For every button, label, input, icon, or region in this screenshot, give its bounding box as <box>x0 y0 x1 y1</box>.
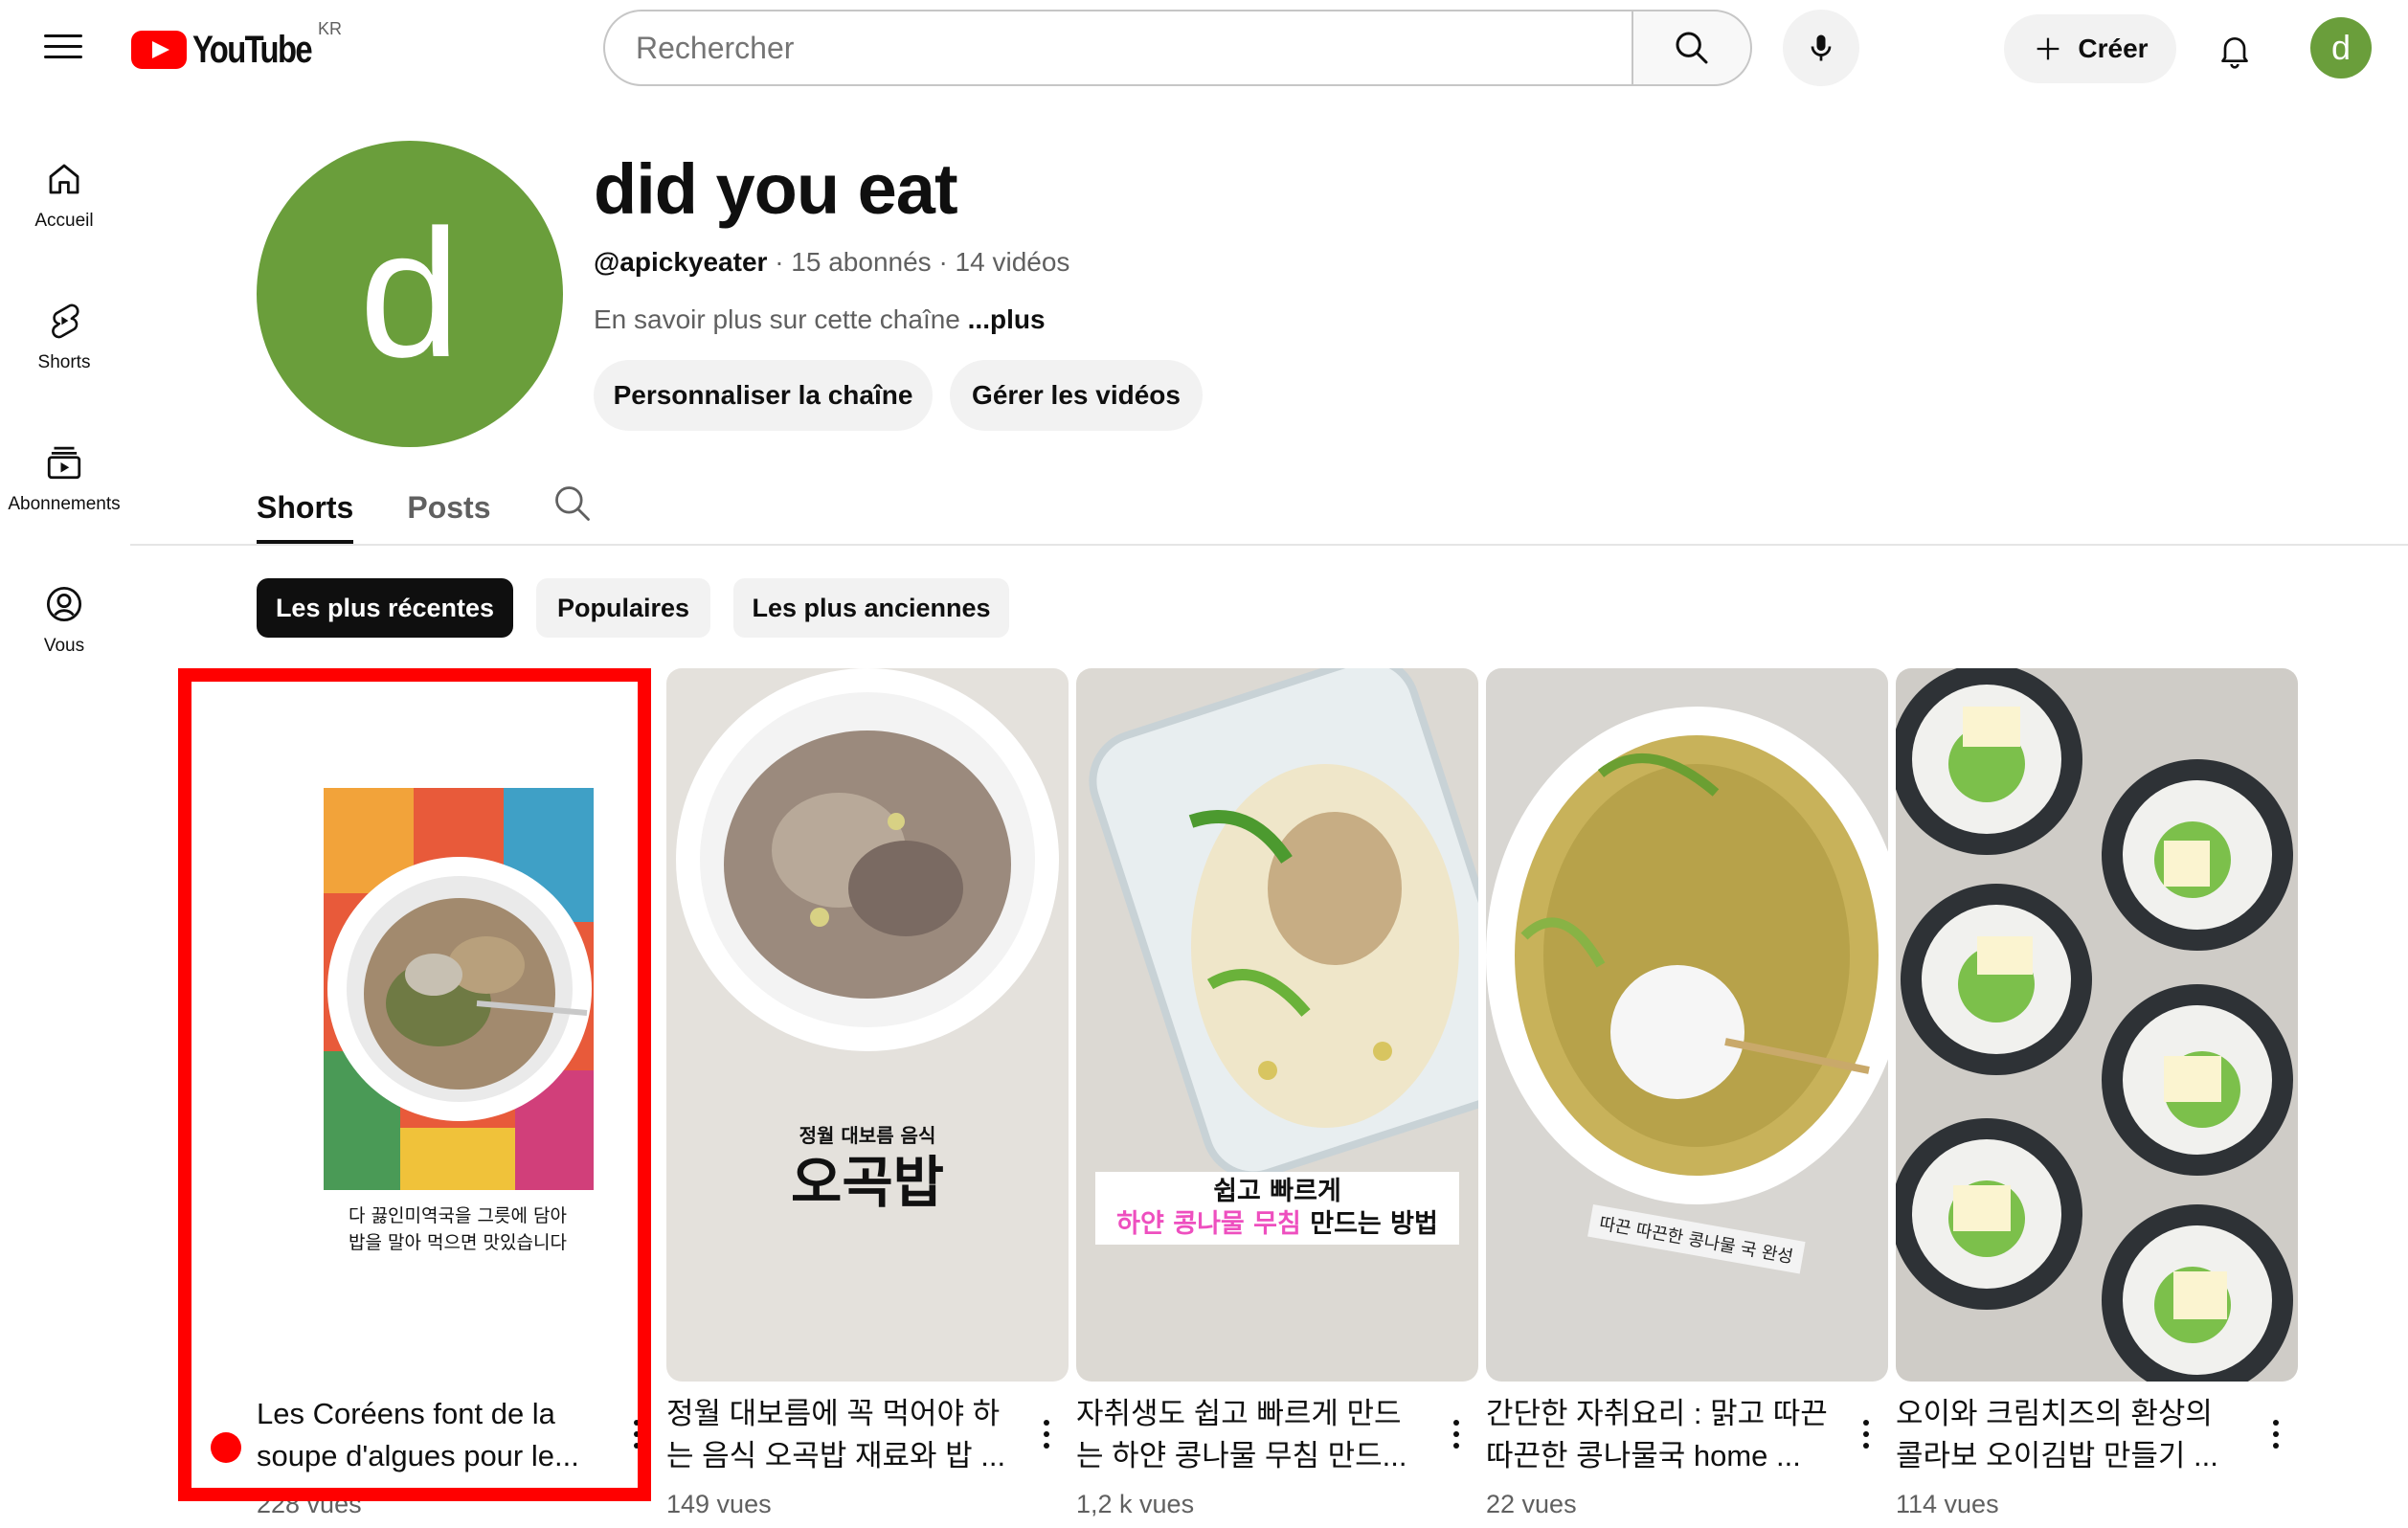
sidebar-item-label: Vous <box>43 636 85 656</box>
short-title[interactable]: 오이와 크림치즈의 환상의 콜라보 오이김밥 만들기 ... <box>1896 1393 2240 1477</box>
tab-posts[interactable]: Posts <box>407 471 490 544</box>
customize-channel-button[interactable]: Personnaliser la chaîne <box>594 360 933 431</box>
more-options-icon[interactable] <box>1032 1413 1061 1455</box>
channel-handle: @apickyeater <box>594 247 768 277</box>
short-thumbnail[interactable]: 쉽고 빠르게 하얀 콩나물 무침 만드는 방법 <box>1076 668 1478 1382</box>
search-bar <box>603 10 1752 86</box>
channel-search-icon[interactable] <box>551 483 594 525</box>
manage-videos-button[interactable]: Gérer les vidéos <box>950 360 1203 431</box>
tab-shorts[interactable]: Shorts <box>257 471 354 544</box>
short-caption-line: 다 끓인미역국을 그릇에 담아 <box>349 1205 567 1226</box>
plus-icon <box>2037 37 2059 60</box>
shorts-icon <box>52 303 79 339</box>
short-thumbnail[interactable]: 다 끓인미역국을 그릇에 담아 밥을 말아 먹으면 맛있습니다 <box>257 668 659 1382</box>
short-views: 1,2 k vues <box>1076 1490 1195 1518</box>
tabs-divider <box>130 544 2408 546</box>
short-title[interactable]: 간단한 자취요리 : 맑고 따끈따끈한 콩나물국 home ... <box>1486 1393 1831 1477</box>
chip-popular[interactable]: Populaires <box>536 578 710 638</box>
short-caption: 쉽고 빠르게 하얀 콩나물 무침 만드는 방법 <box>1095 1172 1459 1245</box>
channel-meta: @apickyeater · 15 abonnés · 14 vidéos <box>594 247 1069 278</box>
short-thumbnail-image <box>324 788 594 1190</box>
short-caption: 다 끓인미역국을 그릇에 담아 밥을 말아 먹으면 맛있습니다 <box>257 1202 659 1256</box>
short-views: 228 vues <box>257 1490 362 1518</box>
more-options-icon[interactable] <box>1852 1413 1880 1455</box>
search-button[interactable] <box>1632 10 1752 86</box>
home-icon <box>49 164 79 194</box>
voice-search-button[interactable] <box>1783 10 1859 86</box>
youtube-logo[interactable]: YouTube <box>131 27 337 73</box>
sidebar-item-shorts[interactable]: Shorts <box>0 266 128 408</box>
short-thumbnail[interactable]: 따끈 따끈한 콩나물 국 완성 <box>1486 668 1888 1382</box>
sidebar-item-home[interactable]: Accueil <box>0 124 128 266</box>
channel-avatar: d <box>257 141 563 447</box>
more-options-icon[interactable] <box>622 1413 651 1455</box>
short-caption-highlight: 하얀 콩나물 무침 <box>1116 1209 1301 1239</box>
logo-text: YouTube <box>192 28 313 71</box>
short-title[interactable]: 정월 대보름에 꼭 먹어야 하는 음식 오곡밥 재료와 밥 ... <box>666 1393 1011 1477</box>
annotation-dot <box>211 1432 241 1463</box>
more-options-icon[interactable] <box>1442 1413 1471 1455</box>
more-options-icon[interactable] <box>2262 1413 2290 1455</box>
short-item: 다 끓인미역국을 그릇에 담아 밥을 말아 먹으면 맛있습니다 Les Coré… <box>257 668 659 1518</box>
short-thumbnail-image <box>1486 707 1888 1204</box>
short-thumbnail[interactable]: 정월 대보름 음식 오곡밥 <box>666 668 1069 1382</box>
short-caption: 정월 대보름 음식 오곡밥 <box>666 1120 1069 1217</box>
sidebar-item-label: Shorts <box>37 352 91 372</box>
account-avatar[interactable]: d <box>2310 17 2372 79</box>
create-button[interactable]: Créer <box>2004 14 2176 83</box>
kimbap-rolls <box>1896 668 2293 1382</box>
channel-name: did you eat <box>594 149 958 229</box>
top-bar: YouTube KR Créer d <box>0 0 2408 100</box>
subscriptions-icon <box>47 446 81 480</box>
short-thumbnail-image <box>1089 668 1478 1180</box>
short-title[interactable]: 자취생도 쉽고 빠르게 만드는 하얀 콩나물 무침 만드... <box>1076 1393 1421 1477</box>
short-caption-line: 밥을 말아 먹으면 맛있습니다 <box>349 1232 567 1253</box>
chip-oldest[interactable]: Les plus anciennes <box>733 578 1009 638</box>
channel-stats: · 15 abonnés · 14 vidéos <box>767 247 1070 277</box>
short-views: 114 vues <box>1896 1490 1999 1518</box>
short-item: 오이와 크림치즈의 환상의 콜라보 오이김밥 만들기 ... 114 vues <box>1896 668 2298 1518</box>
youtube-play-icon <box>131 31 187 69</box>
short-thumbnail-image <box>676 668 1059 1051</box>
short-caption-line: 하얀 콩나물 무침 만드는 방법 <box>1095 1208 1459 1241</box>
sidebar-item-subscriptions[interactable]: Abonnements <box>0 408 128 550</box>
sidebar: Accueil Shorts Abonnements Vous <box>0 124 128 691</box>
channel-description[interactable]: En savoir plus sur cette chaîne ...plus <box>594 304 1046 335</box>
search-input[interactable] <box>603 10 1632 86</box>
create-label: Créer <box>2078 34 2149 63</box>
you-icon <box>46 586 82 622</box>
sidebar-item-label: Accueil <box>34 211 94 231</box>
short-views: 22 vues <box>1486 1490 1577 1518</box>
sidebar-item-you[interactable]: Vous <box>0 550 128 691</box>
short-views: 149 vues <box>666 1490 772 1518</box>
search-icon <box>1676 32 1708 64</box>
sidebar-item-label: Abonnements <box>8 494 121 514</box>
region-code: KR <box>318 19 343 38</box>
short-caption-line: 쉽고 빠르게 <box>1213 1177 1341 1206</box>
short-item: 따끈 따끈한 콩나물 국 완성 간단한 자취요리 : 맑고 따끈따끈한 콩나물국… <box>1486 668 1888 1518</box>
short-caption-line: 오곡밥 <box>790 1150 945 1215</box>
bell-icon <box>2221 37 2248 69</box>
short-title[interactable]: Les Coréens font de la soupe d'algues po… <box>257 1393 601 1477</box>
microphone-icon <box>1811 34 1832 61</box>
short-caption-text: 만드는 방법 <box>1300 1209 1438 1239</box>
channel-tabs: Shorts Posts <box>257 471 490 544</box>
chip-latest[interactable]: Les plus récentes <box>257 578 513 638</box>
short-item: 정월 대보름 음식 오곡밥 정월 대보름에 꼭 먹어야 하는 음식 오곡밥 재료… <box>666 668 1069 1518</box>
channel-description-text: En savoir plus sur cette chaîne <box>594 304 968 334</box>
short-caption-line: 정월 대보름 음식 <box>799 1124 936 1147</box>
notifications-button[interactable] <box>2204 19 2265 80</box>
short-thumbnail-image <box>1896 668 2293 1382</box>
short-thumbnail[interactable] <box>1896 668 2298 1382</box>
more-link[interactable]: ...plus <box>968 304 1046 334</box>
short-item: 쉽고 빠르게 하얀 콩나물 무침 만드는 방법 자취생도 쉽고 빠르게 만드는 … <box>1076 668 1478 1518</box>
menu-icon[interactable] <box>38 29 88 67</box>
